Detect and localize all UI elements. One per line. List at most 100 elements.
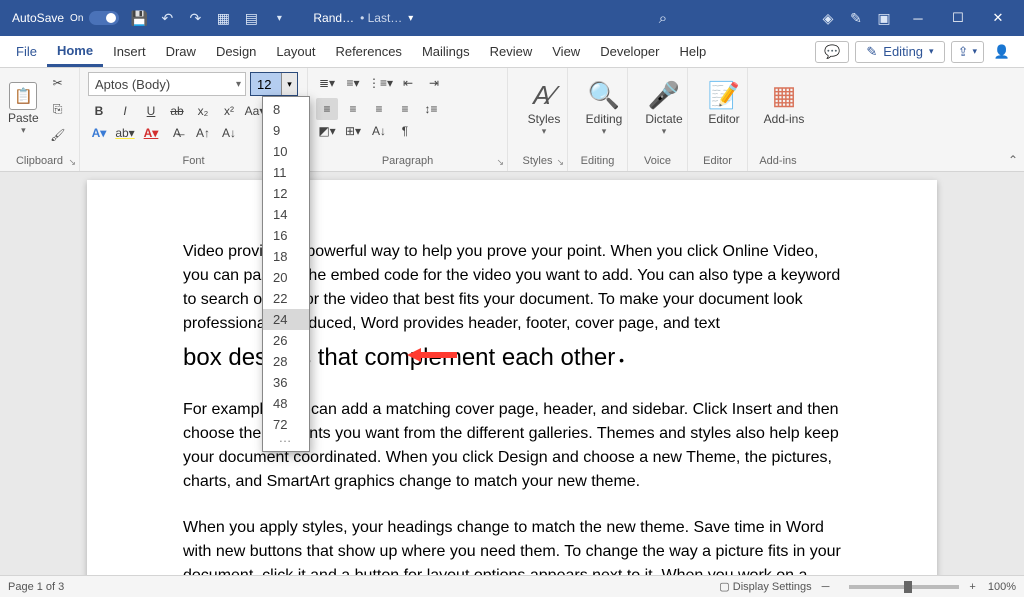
borders-button[interactable]: ⊞▾ xyxy=(342,120,364,142)
font-size-dropdown[interactable]: 891011121416182022242628364872… xyxy=(262,96,310,452)
cut-button[interactable]: ✂ xyxy=(47,72,69,94)
shading-button[interactable]: ◩▾ xyxy=(316,120,338,142)
doc-saved-text: • Last… xyxy=(360,11,402,25)
highlight-button[interactable]: ab▾ xyxy=(114,122,136,144)
document-title[interactable]: Rand… • Last… ▾ xyxy=(313,11,413,25)
bold-button[interactable]: B xyxy=(88,100,110,122)
font-name-combo[interactable]: Aptos (Body) xyxy=(88,72,246,96)
styles-button[interactable]: A⁄ Styles ▾ xyxy=(516,72,572,137)
group-editing: 🔍 Editing ▾ Editing xyxy=(568,68,628,171)
multilevel-button[interactable]: ⋮≡▾ xyxy=(368,72,393,94)
font-size-option[interactable]: 16 xyxy=(263,225,309,246)
font-size-option[interactable]: 36 xyxy=(263,372,309,393)
qat-icon-2[interactable]: ▤ xyxy=(240,7,262,29)
numbering-button[interactable]: ≡▾ xyxy=(342,72,364,94)
editor-button[interactable]: 📝 Editor xyxy=(696,72,752,126)
sort-button[interactable]: A↓ xyxy=(368,120,390,142)
tab-mailings[interactable]: Mailings xyxy=(412,36,480,67)
undo-icon[interactable]: ↶ xyxy=(156,7,178,29)
wand-icon[interactable]: ✎ xyxy=(845,7,867,29)
font-size-combo[interactable]: 12 ▾ xyxy=(250,72,298,96)
tab-draw[interactable]: Draw xyxy=(156,36,206,67)
font-size-option[interactable]: 8 xyxy=(263,99,309,120)
decrease-indent-button[interactable]: ⇤ xyxy=(397,72,419,94)
editing-button[interactable]: 🔍 Editing ▾ xyxy=(576,72,632,137)
window-mode-icon[interactable]: ▣ xyxy=(873,7,895,29)
align-left-button[interactable]: ≡ xyxy=(316,98,338,120)
minimize-button[interactable]: ─ xyxy=(898,0,938,36)
tab-developer[interactable]: Developer xyxy=(590,36,669,67)
font-size-option[interactable]: 14 xyxy=(263,204,309,225)
tab-help[interactable]: Help xyxy=(669,36,716,67)
font-size-option[interactable]: 22 xyxy=(263,288,309,309)
font-size-option[interactable]: 48 xyxy=(263,393,309,414)
font-size-option[interactable]: 18 xyxy=(263,246,309,267)
strikethrough-button[interactable]: ab xyxy=(166,100,188,122)
tab-layout[interactable]: Layout xyxy=(266,36,325,67)
underline-button[interactable]: U xyxy=(140,100,162,122)
show-hide-button[interactable]: ¶ xyxy=(394,120,416,142)
autosave-toggle[interactable]: AutoSave On xyxy=(6,11,125,25)
collapse-ribbon-icon[interactable]: ⌃ xyxy=(1008,153,1018,167)
font-size-option[interactable]: 11 xyxy=(263,162,309,183)
dictate-button[interactable]: 🎤 Dictate ▾ xyxy=(636,72,692,137)
tab-file[interactable]: File xyxy=(6,36,47,67)
document-page[interactable]: Video provides a powerful way to help yo… xyxy=(87,180,937,575)
copy-button[interactable]: ⎘ xyxy=(47,98,69,120)
align-center-button[interactable]: ≡ xyxy=(342,98,364,120)
tab-home[interactable]: Home xyxy=(47,36,103,67)
superscript-button[interactable]: x² xyxy=(218,100,240,122)
bullets-button[interactable]: ≣▾ xyxy=(316,72,338,94)
chevron-down-icon[interactable]: ▾ xyxy=(281,73,297,95)
tab-design[interactable]: Design xyxy=(206,36,266,67)
tab-insert[interactable]: Insert xyxy=(103,36,156,67)
justify-button[interactable]: ≡ xyxy=(394,98,416,120)
font-size-option[interactable]: 28 xyxy=(263,351,309,372)
maximize-button[interactable]: ☐ xyxy=(938,0,978,36)
paste-button[interactable]: 📋 Paste ▾ xyxy=(8,82,39,136)
addins-button[interactable]: ▦ Add-ins xyxy=(756,72,812,126)
grow-font-button[interactable]: A↑ xyxy=(192,122,214,144)
font-size-option[interactable]: 24 xyxy=(263,309,309,330)
increase-indent-button[interactable]: ⇥ xyxy=(423,72,445,94)
dialog-launcher-icon[interactable]: ↘ xyxy=(68,157,76,168)
format-painter-button[interactable]: 🖌 xyxy=(47,124,69,146)
document-area[interactable]: Video provides a powerful way to help yo… xyxy=(0,172,1024,575)
font-size-option[interactable]: 9 xyxy=(263,120,309,141)
display-settings-button[interactable]: ▢ Display Settings xyxy=(719,580,811,593)
qat-icon-1[interactable]: ▦ xyxy=(212,7,234,29)
zoom-percent[interactable]: 100% xyxy=(988,581,1016,593)
font-size-option[interactable]: 26 xyxy=(263,330,309,351)
redo-icon[interactable]: ↷ xyxy=(184,7,206,29)
person-add-icon[interactable]: 👤 xyxy=(990,40,1014,64)
dialog-launcher-icon[interactable]: ↘ xyxy=(556,157,564,168)
zoom-slider[interactable] xyxy=(849,585,959,589)
line-spacing-button[interactable]: ↕≡ xyxy=(420,98,442,120)
italic-button[interactable]: I xyxy=(114,100,136,122)
tab-review[interactable]: Review xyxy=(480,36,543,67)
dictate-label: Dictate xyxy=(645,112,682,126)
font-size-option[interactable]: 10 xyxy=(263,141,309,162)
search-icon[interactable]: ⌕ xyxy=(652,7,674,29)
comments-button[interactable]: 💬 xyxy=(815,41,849,63)
font-color-button[interactable]: A▾ xyxy=(140,122,162,144)
share-button[interactable]: ⇪▾ xyxy=(951,41,984,63)
font-size-option[interactable]: 12 xyxy=(263,183,309,204)
close-button[interactable]: ✕ xyxy=(978,0,1018,36)
align-right-button[interactable]: ≡ xyxy=(368,98,390,120)
shrink-font-button[interactable]: A↓ xyxy=(218,122,240,144)
more-sizes-icon[interactable]: … xyxy=(263,435,309,445)
save-icon[interactable]: 💾 xyxy=(128,7,150,29)
page-indicator[interactable]: Page 1 of 3 xyxy=(8,581,64,593)
font-size-option[interactable]: 20 xyxy=(263,267,309,288)
subscript-button[interactable]: x₂ xyxy=(192,100,214,122)
text-effects-button[interactable]: A▾ xyxy=(88,122,110,144)
qat-customize-icon[interactable]: ▾ xyxy=(268,7,290,29)
editing-mode-button[interactable]: ✎ Editing ▾ xyxy=(855,41,944,63)
tab-references[interactable]: References xyxy=(325,36,411,67)
dialog-launcher-icon[interactable]: ↘ xyxy=(496,157,504,168)
diamond-icon[interactable]: ◈ xyxy=(817,7,839,29)
slider-thumb-icon[interactable] xyxy=(904,581,912,593)
clear-formatting-button[interactable]: A̶ xyxy=(166,122,188,144)
tab-view[interactable]: View xyxy=(542,36,590,67)
